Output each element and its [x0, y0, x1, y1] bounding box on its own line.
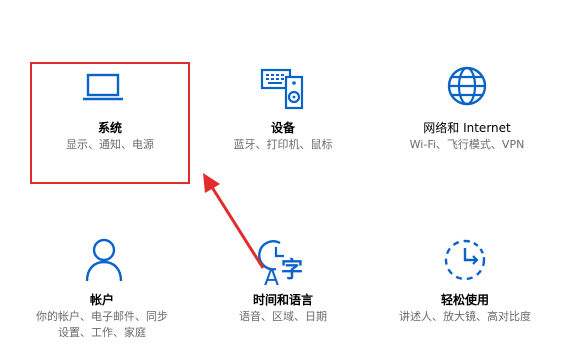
- annotation-arrow: [203, 173, 265, 269]
